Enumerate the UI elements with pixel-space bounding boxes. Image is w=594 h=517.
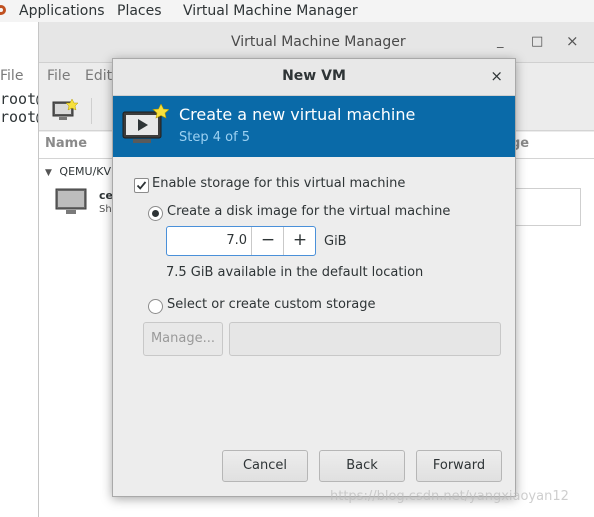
size-unit-label: GiB [324,234,347,249]
radio-dot [152,210,159,217]
connection-label: QEMU/KV [59,165,112,178]
vm-name: ce [99,189,113,202]
create-disk-radio[interactable] [148,206,163,221]
gnome-foot-icon [0,5,6,15]
checkmark-icon [136,181,147,190]
vmm-edit-menu[interactable]: Edit [85,68,112,84]
back-button[interactable]: Back [319,450,405,482]
decrease-size-button[interactable]: − [251,227,284,255]
wizard-title: Create a new virtual machine [179,105,416,124]
top-panel: Applications Places Virtual Machine Mana… [0,0,594,23]
create-disk-label[interactable]: Create a disk image for the virtual mach… [167,204,450,219]
custom-storage-label[interactable]: Select or create custom storage [167,297,375,312]
monitor-icon [55,188,87,214]
manage-button[interactable]: Manage... [143,322,223,356]
dialog-titlebar: New VM × [113,59,515,96]
usage-graph [509,188,581,226]
terminal-file-menu[interactable]: File [0,68,23,84]
maximize-button[interactable]: □ [531,34,543,49]
enable-storage-checkbox[interactable] [134,178,149,193]
connection-group[interactable]: ▼ QEMU/KV [45,165,111,178]
vmm-title: Virtual Machine Manager [231,34,406,50]
disk-size-value[interactable]: 7.0 [167,233,247,248]
wizard-step: Step 4 of 5 [179,130,251,145]
minimize-button[interactable]: _ [497,34,504,49]
vmm-titlebar: Virtual Machine Manager _ □ × [39,22,594,63]
name-column-header[interactable]: Name [45,136,87,151]
disk-size-spinbutton[interactable]: 7.0 − + [166,226,316,256]
close-icon[interactable]: × [490,67,503,85]
applications-menu[interactable]: Applications [19,3,105,19]
new-vm-icon[interactable] [52,98,78,122]
new-vm-dialog: New VM × Create a new virtual machine St… [112,58,516,497]
chevron-down-icon: ▼ [45,168,52,178]
available-space-label: 7.5 GiB available in the default locatio… [166,265,424,280]
dialog-title: New VM [282,68,346,84]
custom-storage-radio[interactable] [148,299,163,314]
wizard-header: Create a new virtual machine Step 4 of 5 [113,96,515,157]
terminal-window: File root@ root@ [0,22,45,517]
places-menu[interactable]: Places [117,3,162,19]
forward-button[interactable]: Forward [416,450,502,482]
new-vm-icon [122,104,169,143]
vmm-file-menu[interactable]: File [47,68,70,84]
app-menu[interactable]: Virtual Machine Manager [183,3,358,19]
cancel-button[interactable]: Cancel [222,450,308,482]
increase-size-button[interactable]: + [283,227,316,255]
toolbar-separator [91,98,92,124]
watermark: https://blog.csdn.net/yangxiaoyan12 [330,489,569,504]
vm-state: Sh [99,204,112,215]
storage-path-input[interactable] [229,322,501,356]
enable-storage-label[interactable]: Enable storage for this virtual machine [152,176,405,191]
close-button[interactable]: × [566,32,579,50]
